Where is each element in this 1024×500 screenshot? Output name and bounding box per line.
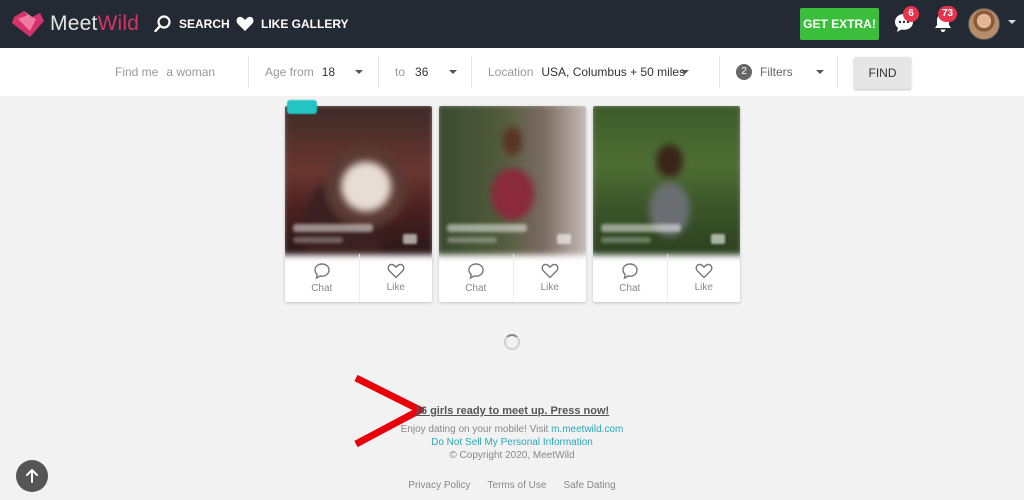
nav-like-gallery-label: LIKE GALLERY — [261, 17, 349, 31]
location-value: USA, Columbus + 50 miles — [541, 65, 686, 79]
find-me-select[interactable]: Find me a woman — [115, 48, 215, 96]
safe-dating-link[interactable]: Safe Dating — [563, 480, 615, 491]
chevron-down-icon — [449, 70, 457, 74]
messages-button[interactable]: 6 — [893, 6, 919, 36]
card-actions: Chat Like — [439, 254, 586, 302]
divider — [837, 56, 838, 88]
camera-icon — [403, 234, 417, 244]
heart-outline-icon — [695, 263, 713, 279]
profile-photo[interactable] — [439, 106, 586, 255]
chevron-down-icon — [355, 70, 363, 74]
footer-links: Privacy Policy Terms of Use Safe Dating — [0, 480, 1024, 491]
find-button[interactable]: FIND — [854, 57, 911, 89]
chat-button[interactable]: Chat — [439, 254, 513, 302]
chevron-down-icon — [816, 70, 824, 74]
blurred-details — [293, 237, 343, 243]
promo-text: 16 girls ready to meet up. Press now! — [414, 405, 610, 417]
blurred-name — [601, 224, 681, 232]
nav-search-label: SEARCH — [179, 17, 230, 31]
new-badge — [287, 100, 317, 114]
like-button[interactable]: Like — [666, 254, 741, 302]
like-label: Like — [540, 282, 559, 293]
like-button[interactable]: Like — [512, 254, 587, 302]
logo-heart-icon — [12, 11, 44, 37]
heart-outline-icon — [387, 263, 405, 279]
logo[interactable]: MeetWild — [10, 8, 139, 40]
like-label: Like — [386, 282, 405, 293]
divider — [471, 56, 472, 88]
chat-icon — [314, 263, 330, 280]
find-me-label: Find me — [115, 65, 159, 79]
profile-card[interactable]: Chat Like — [439, 106, 586, 302]
location-select[interactable]: Location USA, Columbus + 50 miles — [488, 48, 693, 96]
filters-label: Filters — [760, 65, 793, 79]
camera-icon — [711, 234, 725, 244]
get-extra-button[interactable]: GET EXTRA! — [800, 8, 879, 40]
mobile-text: Enjoy dating on your mobile! Visit — [400, 424, 549, 435]
find-me-value: a woman — [166, 65, 216, 79]
notifications-button[interactable]: 73 — [932, 6, 958, 36]
blurred-name — [293, 224, 373, 232]
profile-card[interactable]: Chat Like — [285, 106, 432, 302]
chat-label: Chat — [465, 283, 487, 294]
filters-count-badge: 2 — [736, 64, 752, 80]
age-to-select[interactable]: to 36 — [395, 48, 460, 96]
chat-icon — [468, 263, 484, 280]
nav-search[interactable]: SEARCH — [154, 0, 230, 48]
messages-badge: 6 — [903, 6, 919, 22]
divider — [378, 56, 379, 88]
top-navbar: MeetWild SEARCH LIKE GALLERY GET EXTRA! … — [0, 0, 1024, 48]
copyright: © Copyright 2020, MeetWild — [449, 450, 575, 461]
profile-card[interactable]: Chat Like — [593, 106, 740, 302]
nav-like-gallery[interactable]: LIKE GALLERY — [236, 0, 349, 48]
mobile-promo: Enjoy dating on your mobile! Visit m.mee… — [0, 424, 1024, 435]
age-to-value: 36 — [415, 65, 429, 79]
blurred-name — [447, 224, 527, 232]
arrow-up-icon — [26, 469, 38, 483]
promo-link[interactable]: 16 girls ready to meet up. Press now! — [0, 405, 1024, 417]
profile-photo[interactable] — [593, 106, 740, 255]
search-icon — [154, 15, 171, 33]
card-actions: Chat Like — [593, 254, 740, 302]
blurred-details — [447, 237, 497, 243]
divider — [248, 56, 249, 88]
loading-spinner — [504, 334, 520, 350]
chat-icon — [622, 263, 638, 280]
age-from-label: Age from — [265, 65, 314, 79]
chevron-down-icon — [681, 70, 689, 74]
avatar[interactable] — [968, 8, 1000, 40]
age-from-select[interactable]: Age from 18 — [265, 48, 365, 96]
like-button[interactable]: Like — [358, 254, 433, 302]
do-not-sell-link[interactable]: Do Not Sell My Personal Information — [431, 437, 593, 448]
profile-photo[interactable] — [285, 106, 432, 255]
like-label: Like — [694, 282, 713, 293]
privacy-policy-link[interactable]: Privacy Policy — [408, 480, 470, 491]
location-label: Location — [488, 65, 534, 79]
chat-label: Chat — [311, 283, 333, 294]
terms-of-use-link[interactable]: Terms of Use — [488, 480, 547, 491]
mobile-site-link[interactable]: m.meetwild.com — [551, 424, 623, 435]
divider — [719, 56, 720, 88]
logo-text: MeetWild — [50, 12, 140, 35]
blurred-details — [601, 237, 651, 243]
chevron-down-icon[interactable] — [1008, 20, 1016, 24]
card-actions: Chat Like — [285, 254, 432, 302]
notifications-badge: 73 — [938, 6, 958, 22]
chat-label: Chat — [619, 283, 641, 294]
do-not-sell-row: Do Not Sell My Personal Information — [0, 437, 1024, 448]
filters-select[interactable]: 2 Filters — [736, 48, 826, 96]
age-from-value: 18 — [321, 65, 336, 79]
chat-button[interactable]: Chat — [285, 254, 359, 302]
search-filter-bar: Find me a woman Age from 18 to 36 Locati… — [0, 48, 1024, 96]
camera-icon — [557, 234, 571, 244]
heart-outline-icon — [541, 263, 559, 279]
scroll-to-top-button[interactable] — [16, 460, 48, 492]
chat-button[interactable]: Chat — [593, 254, 667, 302]
age-to-label: to — [395, 65, 406, 79]
heart-icon — [236, 16, 254, 31]
